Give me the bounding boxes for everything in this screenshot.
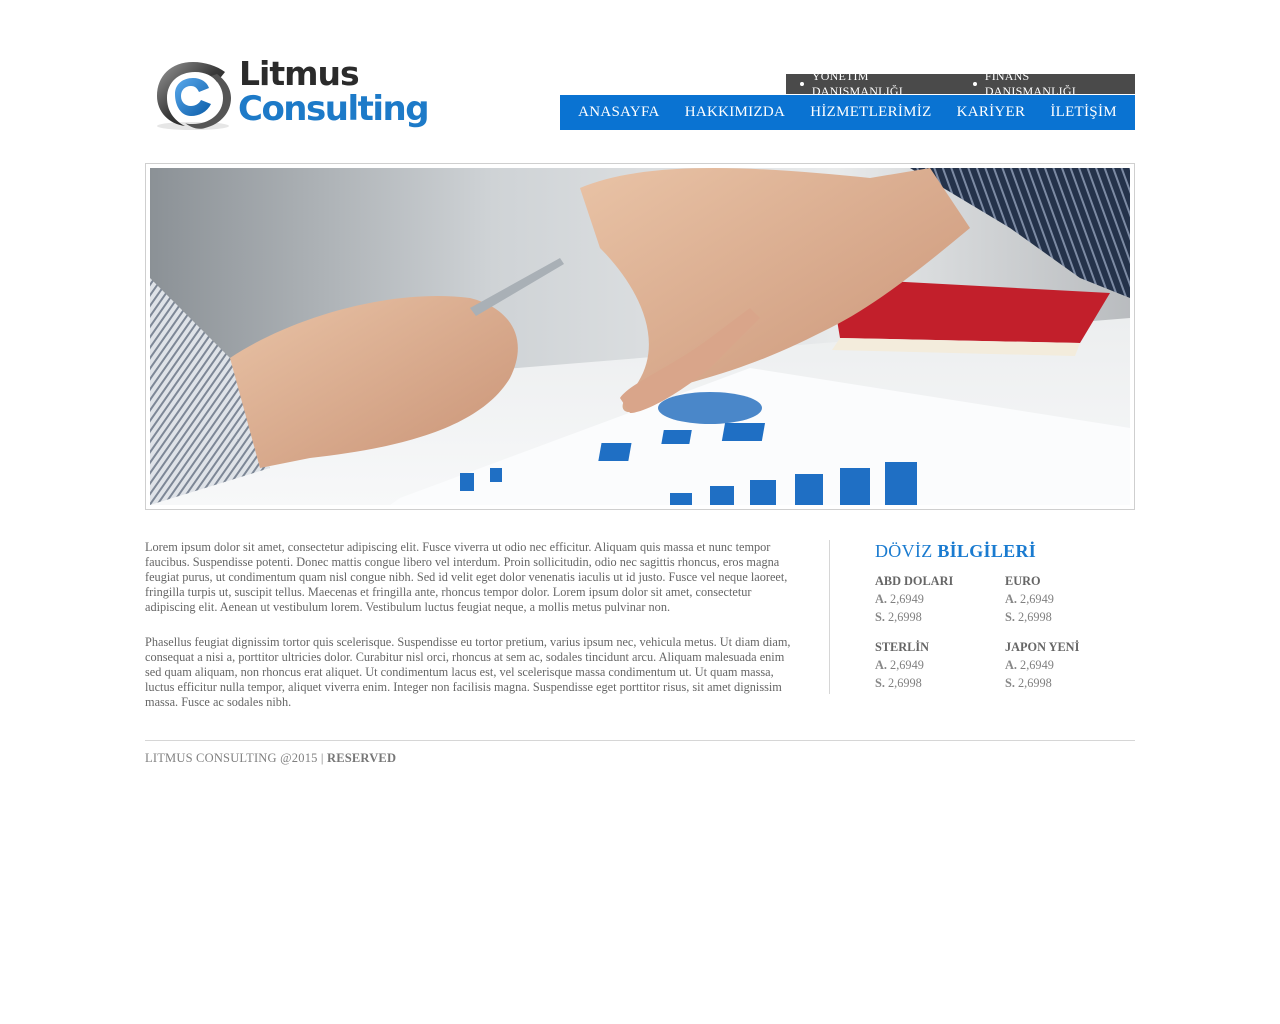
- column-divider: [829, 540, 830, 694]
- footer-reserved: RESERVED: [326, 751, 397, 765]
- top-menu: YÖNETİM DANIŞMANLIĞI FİNANS DANIŞMANLIĞI: [786, 69, 1135, 98]
- sell-rate: 2,6998: [888, 610, 922, 624]
- main-content: Lorem ipsum dolor sit amet, consectetur …: [145, 540, 797, 730]
- exchange-rates-panel: DÖVİZ BİLGİLERİ ABD DOLARI A. 2,6949 S. …: [875, 540, 1135, 692]
- sell-label: S.: [875, 610, 885, 624]
- bullet-icon: [800, 82, 804, 86]
- logo-text-consulting: Consulting: [238, 89, 430, 129]
- content-paragraph: Lorem ipsum dolor sit amet, consectetur …: [145, 540, 788, 614]
- nav-item-hakkimizda[interactable]: HAKKIMIZDA: [685, 104, 786, 121]
- sell-rate: 2,6998: [888, 676, 922, 690]
- bullet-icon: [972, 82, 977, 86]
- nav-item-hizmetlerimiz[interactable]: HİZMETLERİMİZ: [810, 104, 931, 121]
- currency-yen: JAPON YENİ A. 2,6949 S. 2,6998: [1005, 638, 1135, 692]
- hero-banner: [145, 163, 1135, 510]
- sell-label: S.: [875, 676, 885, 690]
- footer: LITMUS CONSULTING @2015 | RESERVED: [145, 751, 396, 766]
- currency-euro: EURO A. 2,6949 S. 2,6998: [1005, 572, 1135, 626]
- buy-label: A.: [875, 592, 887, 606]
- sell-label: S.: [1005, 610, 1015, 624]
- currency-name: STERLİN: [875, 640, 929, 654]
- logo-mark-icon: [157, 62, 231, 130]
- currency-usd: ABD DOLARI A. 2,6949 S. 2,6998: [875, 572, 1005, 626]
- buy-rate: 2,6949: [1020, 658, 1054, 672]
- main-nav: ANASAYFA HAKKIMIZDA HİZMETLERİMİZ KARİYE…: [560, 95, 1135, 130]
- exchange-rates-title-bold: BİLGİLERİ: [937, 541, 1037, 561]
- logo[interactable]: Litmus Consulting: [153, 54, 433, 134]
- exchange-rates-title: DÖVİZ BİLGİLERİ: [875, 540, 1135, 562]
- exchange-rates-grid: ABD DOLARI A. 2,6949 S. 2,6998 EURO A. 2…: [875, 572, 1135, 692]
- buy-rate: 2,6949: [1020, 592, 1054, 606]
- nav-item-anasayfa[interactable]: ANASAYFA: [578, 104, 660, 121]
- buy-label: A.: [875, 658, 887, 672]
- footer-divider: [145, 740, 1135, 741]
- exchange-rates-title-light: DÖVİZ: [875, 541, 933, 561]
- logo-text-litmus: Litmus: [239, 54, 360, 93]
- buy-rate: 2,6949: [890, 658, 924, 672]
- sell-label: S.: [1005, 676, 1015, 690]
- currency-name: EURO: [1005, 574, 1041, 588]
- buy-label: A.: [1005, 592, 1017, 606]
- buy-rate: 2,6949: [890, 592, 924, 606]
- hero-image: [150, 168, 1130, 505]
- nav-item-kariyer[interactable]: KARİYER: [957, 104, 1026, 121]
- currency-name: JAPON YENİ: [1005, 640, 1080, 654]
- nav-item-iletisim[interactable]: İLETİŞİM: [1050, 104, 1117, 121]
- content-paragraph: Phasellus feugiat dignissim tortor quis …: [145, 635, 791, 709]
- buy-label: A.: [1005, 658, 1017, 672]
- sell-rate: 2,6998: [1018, 610, 1052, 624]
- currency-name: ABD DOLARI: [875, 574, 954, 588]
- currency-sterling: STERLİN A. 2,6949 S. 2,6998: [875, 638, 1005, 692]
- footer-text: LITMUS CONSULTING @2015 |: [145, 751, 324, 765]
- sell-rate: 2,6998: [1018, 676, 1052, 690]
